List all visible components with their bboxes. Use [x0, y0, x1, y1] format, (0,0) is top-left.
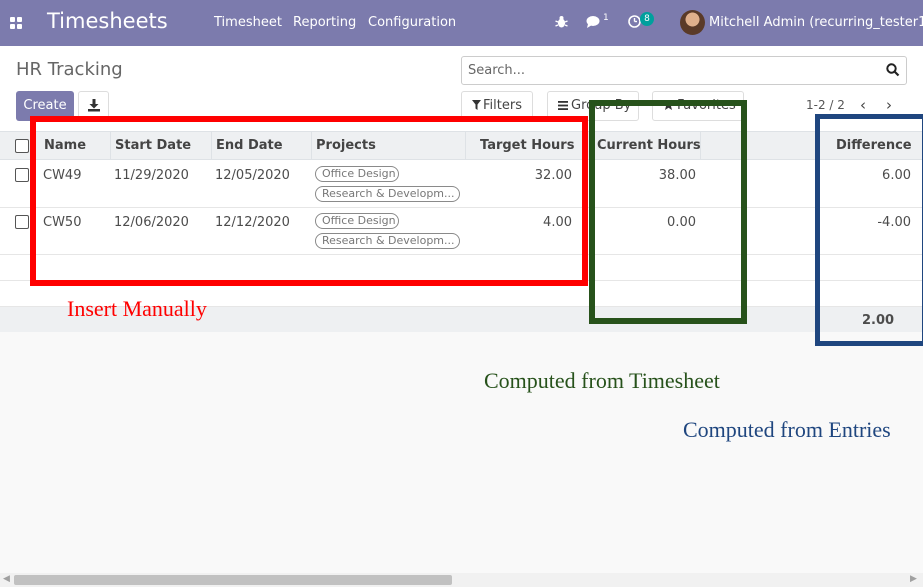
- timesheet-computed-box: [589, 100, 747, 324]
- entries-computed-box: [815, 114, 923, 346]
- chevron-right-icon[interactable]: ›: [886, 96, 892, 114]
- manual-fields-box: [30, 116, 588, 286]
- computed-entries-note: Computed from Entries: [683, 417, 891, 442]
- select-all-checkbox[interactable]: [15, 139, 29, 153]
- scrollbar-thumb[interactable]: [14, 575, 452, 585]
- app-title[interactable]: Timesheets: [47, 9, 168, 33]
- messages-count: 1: [603, 13, 609, 23]
- pager-value[interactable]: 1-2 / 2: [806, 98, 845, 112]
- scroll-right-icon[interactable]: ▶: [910, 574, 917, 584]
- user-menu[interactable]: Mitchell Admin (recurring_tester14): [709, 15, 923, 30]
- search-icon[interactable]: [886, 63, 900, 77]
- avatar[interactable]: [680, 10, 705, 35]
- search-input[interactable]: [468, 63, 868, 78]
- menu-configuration[interactable]: Configuration: [368, 15, 456, 30]
- breadcrumb: HR Tracking: [16, 59, 123, 80]
- row-checkbox[interactable]: [15, 168, 29, 182]
- activities-badge: 8: [640, 12, 654, 26]
- insert-manually-note: Insert Manually: [67, 296, 207, 321]
- row-checkbox[interactable]: [15, 215, 29, 229]
- menu-reporting[interactable]: Reporting: [293, 15, 356, 30]
- top-navbar: Timesheets Timesheet Reporting Configura…: [0, 0, 923, 46]
- computed-timesheet-note: Computed from Timesheet: [484, 368, 720, 393]
- menu-timesheet[interactable]: Timesheet: [214, 15, 282, 30]
- apps-grid-icon[interactable]: [10, 17, 22, 29]
- filters-label: Filters: [483, 98, 522, 113]
- horizontal-scrollbar[interactable]: ◀ ▶: [0, 573, 923, 587]
- search-box[interactable]: [461, 56, 907, 85]
- scroll-left-icon[interactable]: ◀: [3, 574, 10, 584]
- bug-icon[interactable]: [555, 15, 568, 29]
- clock-icon[interactable]: [628, 15, 641, 28]
- download-icon: [88, 99, 100, 112]
- filter-icon: [472, 100, 481, 110]
- chevron-left-icon[interactable]: ‹: [860, 96, 866, 114]
- chat-icon[interactable]: [586, 15, 601, 28]
- list-icon: [558, 101, 568, 110]
